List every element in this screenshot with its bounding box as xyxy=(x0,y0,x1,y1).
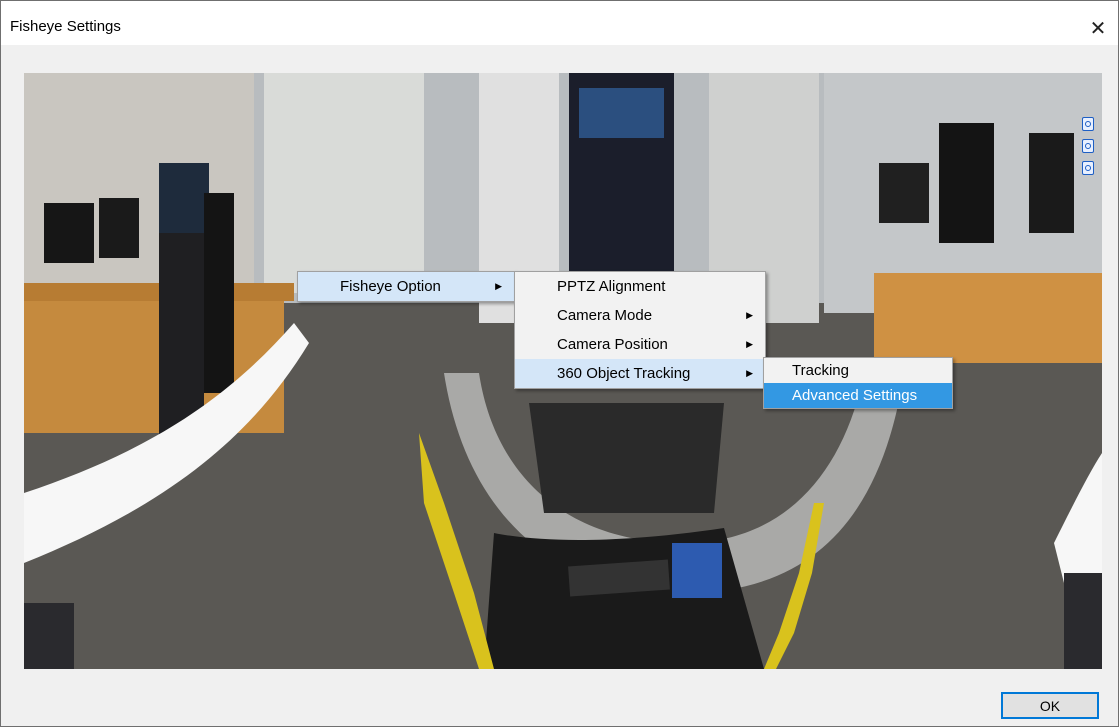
menu-item-label: 360 Object Tracking xyxy=(557,365,691,382)
submenu-arrow-icon: ▶ xyxy=(746,339,753,349)
context-menu-level2: PPTZ Alignment Camera Mode ▶ Camera Posi… xyxy=(514,271,766,389)
zoom-out-icon[interactable] xyxy=(1082,139,1094,153)
menu-item-tracking[interactable]: Tracking xyxy=(764,358,952,383)
fit-screen-icon[interactable] xyxy=(1082,161,1094,175)
context-menu-level1: Fisheye Option ▶ xyxy=(297,271,515,302)
menu-item-label: Camera Position xyxy=(557,336,668,353)
menu-item-label: Tracking xyxy=(792,362,849,379)
menu-item-camera-position[interactable]: Camera Position ▶ xyxy=(515,330,765,359)
fisheye-settings-window: Fisheye Settings ✕ Fisheye Option ▶ PPTZ… xyxy=(0,0,1119,727)
submenu-arrow-icon: ▶ xyxy=(495,281,502,291)
menu-item-label: Fisheye Option xyxy=(340,278,441,295)
window-title: Fisheye Settings xyxy=(10,18,121,35)
title-bar[interactable]: Fisheye Settings ✕ xyxy=(1,1,1118,45)
close-icon[interactable]: ✕ xyxy=(1078,11,1118,45)
menu-item-camera-mode[interactable]: Camera Mode ▶ xyxy=(515,301,765,330)
ok-button[interactable]: OK xyxy=(1001,692,1099,719)
zoom-controls xyxy=(1082,117,1096,175)
menu-item-label: Camera Mode xyxy=(557,307,653,324)
menu-item-pptz-alignment[interactable]: PPTZ Alignment xyxy=(515,272,765,301)
menu-item-fisheye-option[interactable]: Fisheye Option ▶ xyxy=(298,272,514,301)
submenu-arrow-icon: ▶ xyxy=(746,310,753,320)
menu-item-label: Advanced Settings xyxy=(792,387,918,404)
context-menu-level3: Tracking Advanced Settings xyxy=(763,357,953,409)
menu-item-label: PPTZ Alignment xyxy=(557,278,666,295)
submenu-arrow-icon: ▶ xyxy=(746,368,753,378)
menu-item-360-object-tracking[interactable]: 360 Object Tracking ▶ xyxy=(515,359,765,388)
menu-item-advanced-settings[interactable]: Advanced Settings xyxy=(764,383,952,408)
zoom-in-icon[interactable] xyxy=(1082,117,1094,131)
